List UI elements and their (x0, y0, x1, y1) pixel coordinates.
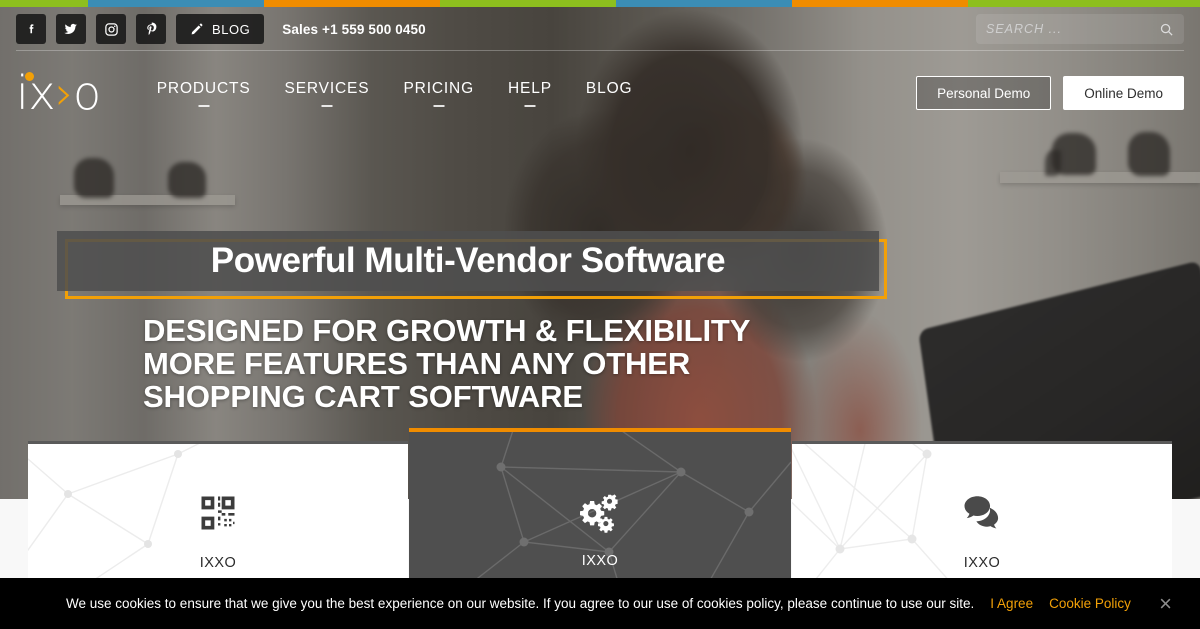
nav-cta-buttons: Personal Demo Online Demo (916, 76, 1184, 110)
chevron-down-icon (433, 104, 445, 107)
page-title: Powerful Multi-Vendor Software (210, 241, 726, 280)
search-icon[interactable] (1159, 22, 1174, 37)
feature-card-gears[interactable]: IXXO (409, 428, 791, 581)
close-icon[interactable]: × (1159, 592, 1172, 615)
nav-item-blog[interactable]: BLOG (586, 80, 632, 107)
logo-chevron: › (55, 66, 74, 120)
color-strip-segment-6 (968, 0, 1200, 7)
subheadline-line-2: MORE FEATURES THAN ANY OTHER (143, 345, 691, 381)
hero-subheadline: DESIGNED FOR GROWTH & FLEXIBILITY MORE F… (143, 313, 751, 414)
color-strip-segment-5 (792, 0, 968, 7)
chevron-down-icon (321, 104, 333, 107)
color-strip-segment-0 (0, 0, 88, 7)
nav-label: SERVICES (284, 79, 370, 97)
nav-label: PRICING (403, 79, 475, 97)
nav-item-pricing[interactable]: PRICING (403, 80, 474, 107)
pencil-icon (190, 22, 204, 36)
search-input[interactable] (986, 22, 1159, 36)
nav-item-help[interactable]: HELP (508, 80, 552, 107)
headline-box: Powerful Multi-Vendor Software (57, 231, 879, 291)
online-demo-button[interactable]: Online Demo (1063, 76, 1184, 110)
chat-bubbles-icon (792, 491, 1172, 533)
cookie-policy-link[interactable]: Cookie Policy (1049, 596, 1131, 611)
blog-button-label: BLOG (212, 21, 251, 37)
blog-button[interactable]: BLOG (176, 14, 265, 44)
instagram-icon[interactable] (96, 14, 126, 44)
color-strip-segment-2 (264, 0, 440, 7)
page-root: BLOG Sales +1 559 500 0450 ix›o PRODUCTS (0, 0, 1200, 629)
gears-icon (409, 492, 791, 536)
chevron-down-icon (524, 104, 536, 107)
utility-bar: BLOG Sales +1 559 500 0450 (0, 7, 1200, 51)
cookie-agree-link[interactable]: I Agree (990, 596, 1033, 611)
main-navigation: ix›o PRODUCTS SERVICES PRICING HELP BLOG (0, 51, 1200, 135)
nav-menu: PRODUCTS SERVICES PRICING HELP BLOG (157, 80, 633, 107)
sales-phone: Sales +1 559 500 0450 (282, 21, 426, 37)
hero-headline-block: Powerful Multi-Vendor Software (57, 231, 887, 299)
nav-label: BLOG (585, 79, 633, 97)
nav-item-products[interactable]: PRODUCTS (157, 80, 251, 107)
nav-item-services[interactable]: SERVICES (285, 80, 370, 107)
subheadline-line-3: SHOPPING CART SOFTWARE (143, 378, 583, 414)
cookie-consent-banner: We use cookies to ensure that we give yo… (0, 578, 1200, 629)
personal-demo-button[interactable]: Personal Demo (916, 76, 1052, 110)
logo-dot (25, 72, 34, 81)
qr-code-icon (28, 491, 408, 535)
color-strip-segment-4 (616, 0, 792, 7)
facebook-icon[interactable] (16, 14, 46, 44)
feature-card-chat[interactable]: IXXO (792, 441, 1172, 581)
color-strip-segment-1 (88, 0, 264, 7)
nav-label: PRODUCTS (156, 79, 251, 97)
chevron-down-icon (198, 104, 210, 107)
feature-card-label: IXXO (581, 553, 619, 569)
feature-card-label: IXXO (199, 555, 237, 571)
pinterest-icon[interactable] (136, 14, 166, 44)
cookie-message: We use cookies to ensure that we give yo… (66, 596, 975, 611)
feature-card-label: IXXO (963, 555, 1001, 571)
nav-label: HELP (508, 79, 552, 97)
search-box[interactable] (976, 14, 1184, 44)
top-color-strip (0, 0, 1200, 7)
feature-cards: IXXO IXXO IXXO (0, 425, 1200, 581)
subheadline-line-1: DESIGNED FOR GROWTH & FLEXIBILITY (143, 313, 751, 348)
twitter-icon[interactable] (56, 14, 86, 44)
feature-card-qr[interactable]: IXXO (28, 441, 408, 581)
site-logo[interactable]: ix›o (16, 70, 101, 116)
color-strip-segment-3 (440, 0, 616, 7)
